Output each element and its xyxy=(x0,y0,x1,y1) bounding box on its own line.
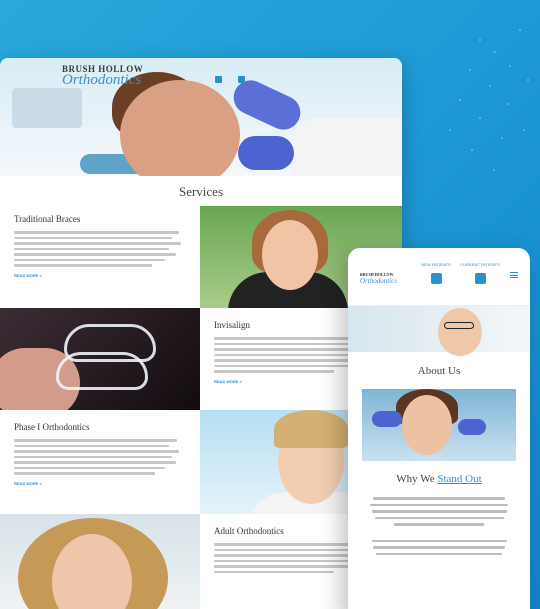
service-heading: Traditional Braces xyxy=(14,214,81,224)
site-logo[interactable]: BRUSH HOLLOW Orthodontics xyxy=(62,64,143,89)
why-title: Why We Stand Out xyxy=(348,473,530,485)
read-more-link[interactable]: READ MORE > xyxy=(14,481,186,486)
location-icon xyxy=(238,76,245,83)
why-paragraph xyxy=(348,497,530,555)
logo-line2: Orthodontics xyxy=(62,72,142,88)
read-more-link[interactable]: READ MORE > xyxy=(14,273,186,278)
paragraph-placeholder xyxy=(14,231,186,267)
mobile-hero-image xyxy=(348,306,530,356)
new-patients-label: NEW PATIENTS xyxy=(421,262,451,267)
mobile-header: BRUSH HOLLOW Orthodontics NEW PATIENTS C… xyxy=(348,248,530,306)
desktop-mockup: BRUSH HOLLOW Orthodontics Services Tradi… xyxy=(0,58,402,609)
why-title-highlight: Stand Out xyxy=(437,473,482,485)
service-heading: Phase I Orthodontics xyxy=(14,422,90,432)
mobile-logo[interactable]: BRUSH HOLLOW Orthodontics xyxy=(360,272,397,285)
phone-icon xyxy=(430,273,442,284)
current-patients-button[interactable]: CURRENT PATIENTS xyxy=(460,262,500,284)
mobile-logo-line2: Orthodontics xyxy=(360,277,397,285)
current-patients-label: CURRENT PATIENTS xyxy=(460,262,500,267)
service-row-invisalign: Invisalign READ MORE > xyxy=(0,308,402,410)
why-title-prefix: Why We xyxy=(396,473,438,485)
service-row-adult: Adult Orthodontics xyxy=(0,514,402,609)
header-contacts xyxy=(215,76,253,83)
service-row-braces: Traditional Braces READ MORE > xyxy=(0,206,402,308)
about-image xyxy=(362,389,516,461)
phone-icon xyxy=(215,76,222,83)
hero-image: BRUSH HOLLOW Orthodontics xyxy=(0,58,402,176)
hamburger-menu-icon[interactable] xyxy=(510,272,518,278)
new-patients-button[interactable]: NEW PATIENTS xyxy=(416,262,456,284)
paragraph-placeholder xyxy=(14,439,186,475)
service-image-woman xyxy=(0,514,200,609)
service-row-phase1: Phase I Orthodontics READ MORE > xyxy=(0,410,402,514)
mobile-mockup: BRUSH HOLLOW Orthodontics NEW PATIENTS C… xyxy=(348,248,530,609)
about-title: About Us xyxy=(417,365,461,377)
phone-icon xyxy=(474,273,486,284)
service-image-aligner xyxy=(0,308,200,410)
services-title: Services xyxy=(178,184,224,199)
